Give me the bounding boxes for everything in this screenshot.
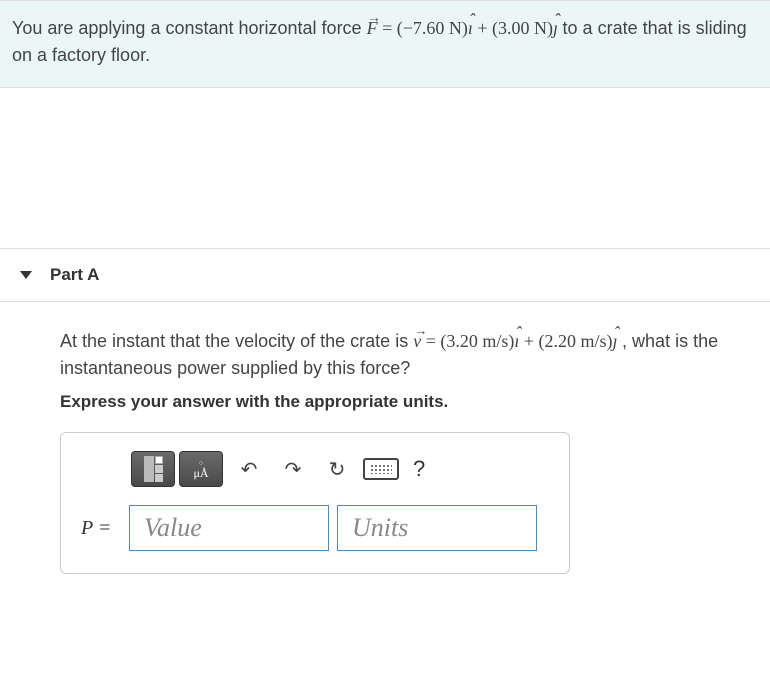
symbols-button[interactable]: ○ μÅ — [179, 451, 223, 487]
i-hat: ı — [514, 328, 519, 355]
problem-statement: You are applying a constant horizontal f… — [0, 0, 770, 88]
redo-button[interactable]: ↷ — [275, 451, 311, 487]
units-input[interactable]: Units — [337, 505, 537, 551]
value-placeholder: Value — [144, 513, 202, 543]
problem-text-1: You are applying a constant horizontal f… — [12, 18, 367, 38]
vector-F: F — [367, 15, 378, 42]
force-expression: F = (−7.60 N)ı + (3.00 N)ȷ — [367, 18, 563, 38]
i-hat: ı — [468, 15, 473, 42]
symbols-icon: ○ μÅ — [193, 460, 208, 479]
j-hat: ȷ — [613, 328, 618, 355]
variable-label: P = — [81, 517, 121, 540]
keyboard-button[interactable] — [363, 451, 399, 487]
part-a-body: At the instant that the velocity of the … — [0, 302, 770, 594]
keyboard-icon — [363, 458, 399, 480]
templates-icon — [144, 456, 163, 482]
undo-icon: ↶ — [241, 457, 258, 482]
redo-icon: ↷ — [285, 457, 302, 482]
help-icon: ? — [413, 456, 425, 481]
units-placeholder: Units — [352, 513, 408, 543]
templates-button[interactable] — [131, 451, 175, 487]
answer-instruction: Express your answer with the appropriate… — [60, 392, 758, 412]
value-input[interactable]: Value — [129, 505, 329, 551]
palette-group: ○ μÅ — [131, 451, 223, 487]
spacer — [0, 88, 770, 248]
undo-button[interactable]: ↶ — [231, 451, 267, 487]
help-button[interactable]: ? — [407, 456, 431, 482]
answer-row: P = Value Units — [81, 505, 549, 551]
part-label: Part A — [50, 265, 99, 285]
velocity-expression: v = (3.20 m/s)ı + (2.20 m/s)ȷ — [413, 331, 622, 351]
answer-toolbar: ○ μÅ ↶ ↷ ↻ ? — [81, 451, 549, 487]
question-text: At the instant that the velocity of the … — [60, 328, 758, 382]
part-a-header[interactable]: Part A — [0, 248, 770, 302]
reset-button[interactable]: ↻ — [319, 451, 355, 487]
answer-box: ○ μÅ ↶ ↷ ↻ ? — [60, 432, 570, 574]
reset-icon: ↻ — [329, 457, 346, 482]
j-hat: ȷ — [553, 15, 558, 42]
collapse-caret-icon — [20, 271, 32, 279]
vector-v: v — [413, 328, 421, 355]
